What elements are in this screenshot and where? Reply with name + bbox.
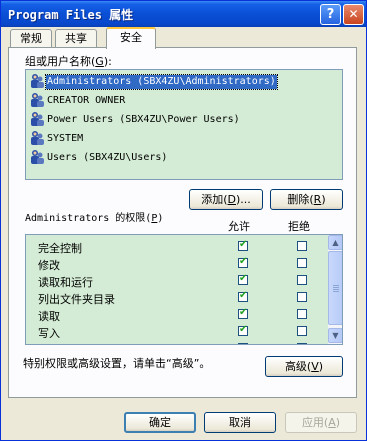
scroll-down-button[interactable]: ▼ xyxy=(328,328,342,343)
deny-header: 拒绝 xyxy=(288,220,310,233)
user-name: SYSTEM xyxy=(47,133,84,144)
table-row: 读取和运行 ✔ xyxy=(26,272,326,289)
table-row: 完全控制 ✔ xyxy=(26,238,326,255)
checkmark-icon: ✔ xyxy=(239,324,248,335)
remove-button[interactable]: 删除(R) xyxy=(270,189,343,210)
users-group-icon xyxy=(31,112,44,126)
title-bar[interactable]: Program Files 属性 ? ✕ xyxy=(1,1,366,27)
checkmark-icon: ✔ xyxy=(239,239,248,250)
permission-name: 读取 xyxy=(38,310,60,323)
checkmark-icon: ✔ xyxy=(239,307,248,318)
user-name: Power Users (SBX4ZU\Power Users) xyxy=(47,114,240,125)
list-item[interactable]: Power Users (SBX4ZU\Power Users) xyxy=(28,111,340,129)
permission-name: 读取和运行 xyxy=(38,276,93,289)
advanced-hint: 特别权限或高级设置，请单击“高级”。 xyxy=(23,357,211,370)
permission-name: 特别的权限 xyxy=(38,342,93,344)
add-button[interactable]: 添加(D)... xyxy=(189,189,263,210)
allow-checkbox[interactable]: ✔ xyxy=(238,273,248,285)
scroll-thumb[interactable] xyxy=(328,251,342,325)
users-list[interactable]: Administrators (SBX4ZU\Administrators) CR… xyxy=(25,69,343,180)
allow-checkbox[interactable]: ✔ xyxy=(238,256,248,268)
cancel-button[interactable]: 取消 xyxy=(204,412,276,433)
permission-name: 列出文件夹目录 xyxy=(38,293,115,306)
user-name: Users (SBX4ZU\Users) xyxy=(47,152,168,163)
window-title: Program Files 属性 xyxy=(8,8,134,22)
allow-checkbox[interactable]: ✔ xyxy=(238,290,248,302)
question-icon: ? xyxy=(326,7,335,22)
user-name: CREATOR OWNER xyxy=(47,95,126,106)
permissions-label: Administrators 的权限(P) xyxy=(25,213,164,224)
checkmark-icon: ✔ xyxy=(239,290,248,301)
permissions-list: 完全控制 ✔ 修改 ✔ 读取和运行 ✔ 列出文件夹目录 ✔ 读取 ✔ 写入 ✔ 特别的权限 ▲ ▼ xyxy=(25,234,343,345)
checkmark-icon: ✔ xyxy=(239,256,248,267)
table-row: 修改 ✔ xyxy=(26,255,326,272)
table-row: 特别的权限 xyxy=(26,340,326,344)
permission-name: 完全控制 xyxy=(38,242,82,255)
users-label: 组或用户名称(G): xyxy=(25,55,112,68)
deny-checkbox[interactable] xyxy=(297,275,307,285)
allow-header: 允许 xyxy=(228,220,250,233)
allow-checkbox[interactable]: ✔ xyxy=(238,307,248,319)
table-row: 写入 ✔ xyxy=(26,323,326,340)
arrow-down-icon: ▼ xyxy=(332,331,339,340)
deny-checkbox[interactable] xyxy=(297,241,307,251)
close-icon: ✕ xyxy=(348,7,359,21)
security-panel: 组或用户名称(G): Administrators (SBX4ZU\Admini… xyxy=(8,47,357,398)
allow-checkbox[interactable]: ✔ xyxy=(238,324,248,336)
deny-checkbox[interactable] xyxy=(297,309,307,319)
list-item[interactable]: Administrators (SBX4ZU\Administrators) xyxy=(28,73,340,91)
users-group-icon xyxy=(31,74,44,88)
list-item[interactable]: Users (SBX4ZU\Users) xyxy=(28,149,340,167)
table-row: 列出文件夹目录 ✔ xyxy=(26,289,326,306)
advanced-button[interactable]: 高级(V) xyxy=(265,356,343,377)
tab-label: 常规 xyxy=(20,32,42,45)
properties-window: Program Files 属性 ? ✕ 常规 共享 安全 组或用户名称(G):… xyxy=(0,0,367,441)
arrow-up-icon: ▲ xyxy=(332,238,339,247)
apply-button[interactable]: 应用(A) xyxy=(285,412,357,433)
deny-checkbox[interactable] xyxy=(297,326,307,336)
permissions-scrollbar[interactable]: ▲ ▼ xyxy=(328,235,342,344)
permission-name: 写入 xyxy=(38,327,60,340)
deny-checkbox[interactable] xyxy=(297,292,307,302)
tab-label: 共享 xyxy=(65,32,87,45)
ok-button[interactable]: 确定 xyxy=(124,412,196,433)
table-row: 读取 ✔ xyxy=(26,306,326,323)
permission-name: 修改 xyxy=(38,259,60,272)
users-group-icon xyxy=(31,150,44,164)
close-button[interactable]: ✕ xyxy=(343,4,364,25)
tab-security[interactable]: 安全 xyxy=(106,27,156,49)
list-item[interactable]: CREATOR OWNER xyxy=(28,92,340,110)
allow-checkbox[interactable]: ✔ xyxy=(238,239,248,251)
user-name: Administrators (SBX4ZU\Administrators) xyxy=(45,74,278,90)
list-item[interactable]: SYSTEM xyxy=(28,130,340,148)
tab-sharing[interactable]: 共享 xyxy=(55,29,97,48)
scroll-up-button[interactable]: ▲ xyxy=(328,235,342,250)
tab-general[interactable]: 常规 xyxy=(10,29,52,48)
help-button[interactable]: ? xyxy=(320,4,341,25)
allow-checkbox[interactable] xyxy=(238,343,248,344)
deny-checkbox[interactable] xyxy=(297,258,307,268)
tab-label: 安全 xyxy=(120,31,142,44)
checkmark-icon: ✔ xyxy=(239,273,248,284)
deny-checkbox[interactable] xyxy=(297,343,307,344)
users-group-icon xyxy=(31,93,44,107)
users-group-icon xyxy=(31,131,44,145)
